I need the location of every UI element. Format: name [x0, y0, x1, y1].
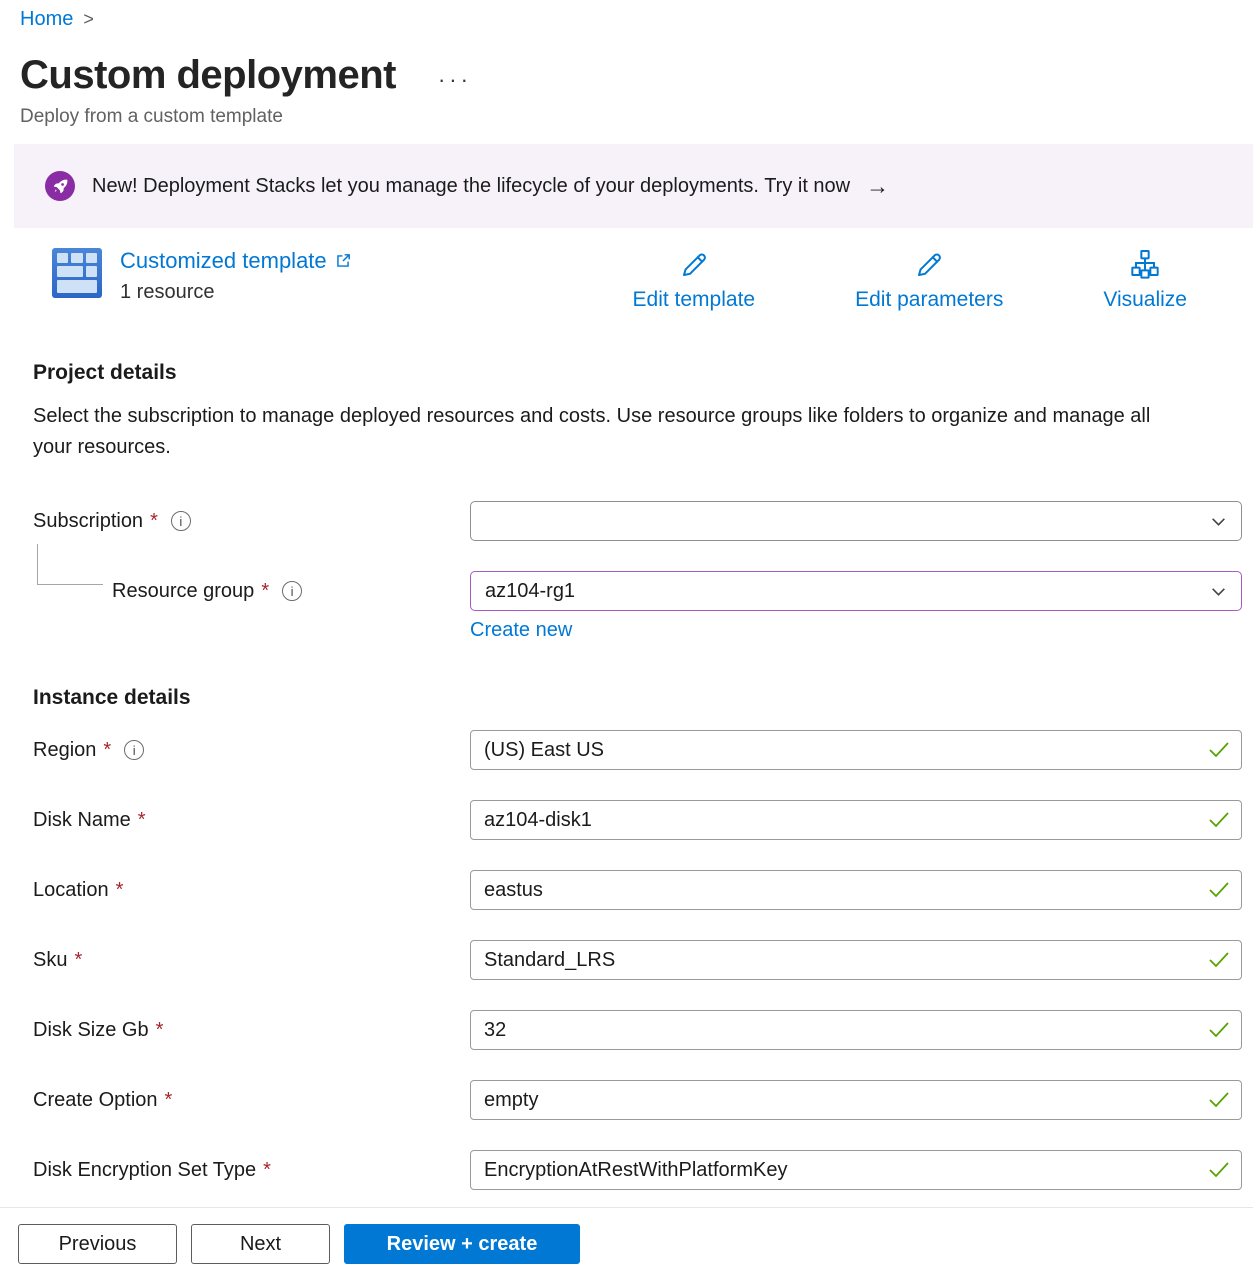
valid-check-icon: [1208, 1091, 1230, 1108]
required-marker: *: [261, 580, 269, 603]
valid-check-icon: [1208, 811, 1230, 828]
location-row: Location *: [33, 870, 1253, 910]
required-marker: *: [263, 1159, 271, 1182]
chevron-down-icon: [1210, 583, 1227, 600]
edit-template-label: Edit template: [633, 288, 756, 312]
pencil-icon: [913, 249, 945, 281]
custom-deployment-page: Home > Custom deployment ··· Deploy from…: [0, 0, 1253, 1280]
create-option-label: Create Option: [33, 1089, 158, 1112]
project-details-form: Subscription * i Resource group * i az10…: [33, 501, 1253, 642]
template-summary-row: Customized template 1 resource Edit temp…: [52, 248, 1193, 313]
instance-details-form: Region * i Disk Name * Location *: [33, 730, 1253, 1190]
subscription-dropdown[interactable]: [470, 501, 1242, 541]
info-icon[interactable]: i: [282, 581, 302, 601]
resource-group-row: Resource group * i az104-rg1: [33, 571, 1253, 611]
disk-encryption-set-type-label: Disk Encryption Set Type: [33, 1159, 256, 1182]
edit-template-button[interactable]: Edit template: [627, 248, 762, 313]
title-bar: Custom deployment ···: [20, 53, 1253, 98]
customized-template-link[interactable]: Customized template: [120, 248, 352, 274]
resource-count: 1 resource: [120, 281, 352, 304]
required-marker: *: [156, 1019, 164, 1042]
page-subtitle: Deploy from a custom template: [20, 106, 1253, 128]
review-create-button[interactable]: Review + create: [344, 1224, 580, 1264]
banner-message: New! Deployment Stacks let you manage th…: [92, 175, 850, 198]
region-input[interactable]: [470, 730, 1242, 770]
template-actions: Edit template Edit parameters Visualize: [627, 248, 1193, 313]
create-option-row: Create Option *: [33, 1080, 1253, 1120]
subscription-row: Subscription * i: [33, 501, 1253, 541]
more-actions-button[interactable]: ···: [434, 67, 476, 93]
sku-input[interactable]: [470, 940, 1242, 980]
wizard-footer: Previous Next Review + create: [0, 1207, 1253, 1280]
disk-encryption-set-type-row: Disk Encryption Set Type *: [33, 1150, 1253, 1190]
create-option-label-cell: Create Option *: [33, 1089, 470, 1112]
deployment-stacks-banner[interactable]: New! Deployment Stacks let you manage th…: [14, 144, 1253, 228]
subscription-label-cell: Subscription * i: [33, 510, 470, 533]
create-option-input[interactable]: [470, 1080, 1242, 1120]
create-new-link[interactable]: Create new: [470, 619, 572, 641]
valid-check-icon: [1208, 1161, 1230, 1178]
visualize-label: Visualize: [1103, 288, 1187, 312]
disk-name-label-cell: Disk Name *: [33, 809, 470, 832]
disk-encryption-set-type-label-cell: Disk Encryption Set Type *: [33, 1159, 470, 1182]
project-details-heading: Project details: [33, 361, 1253, 385]
resource-group-dropdown[interactable]: az104-rg1: [470, 571, 1242, 611]
breadcrumb-home-link[interactable]: Home: [20, 8, 73, 31]
valid-check-icon: [1208, 951, 1230, 968]
subscription-group-connector: [37, 544, 103, 585]
region-label: Region: [33, 739, 96, 762]
page-title: Custom deployment: [20, 53, 396, 98]
region-label-cell: Region * i: [33, 739, 470, 762]
required-marker: *: [116, 879, 124, 902]
resource-group-value: az104-rg1: [485, 580, 575, 603]
disk-name-input[interactable]: [470, 800, 1242, 840]
breadcrumb: Home >: [0, 0, 1253, 31]
required-marker: *: [103, 739, 111, 762]
required-marker: *: [150, 510, 158, 533]
external-link-icon: [334, 252, 352, 270]
chevron-down-icon: [1210, 513, 1227, 530]
disk-size-gb-row: Disk Size Gb *: [33, 1010, 1253, 1050]
location-label-cell: Location *: [33, 879, 470, 902]
subscription-label: Subscription: [33, 510, 143, 533]
create-new-row: Create new: [470, 619, 1253, 642]
disk-size-gb-label-cell: Disk Size Gb *: [33, 1019, 470, 1042]
disk-size-gb-input[interactable]: [470, 1010, 1242, 1050]
location-label: Location: [33, 879, 109, 902]
rocket-icon: [45, 171, 75, 201]
valid-check-icon: [1208, 1021, 1230, 1038]
disk-name-row: Disk Name *: [33, 800, 1253, 840]
edit-parameters-button[interactable]: Edit parameters: [849, 248, 1009, 313]
disk-encryption-set-type-input[interactable]: [470, 1150, 1242, 1190]
visualize-icon: [1129, 249, 1161, 281]
location-input[interactable]: [470, 870, 1242, 910]
breadcrumb-chevron-icon: >: [83, 9, 94, 30]
required-marker: *: [138, 809, 146, 832]
pencil-icon: [678, 249, 710, 281]
customized-template-label: Customized template: [120, 248, 327, 274]
disk-size-gb-label: Disk Size Gb: [33, 1019, 149, 1042]
required-marker: *: [74, 949, 82, 972]
sku-label: Sku: [33, 949, 67, 972]
sku-row: Sku *: [33, 940, 1253, 980]
info-icon[interactable]: i: [171, 511, 191, 531]
previous-button[interactable]: Previous: [18, 1224, 177, 1264]
disk-name-label: Disk Name: [33, 809, 131, 832]
sku-label-cell: Sku *: [33, 949, 470, 972]
template-icon: [52, 248, 102, 298]
instance-details-heading: Instance details: [33, 686, 1253, 710]
visualize-button[interactable]: Visualize: [1097, 248, 1193, 313]
resource-group-label: Resource group: [112, 580, 254, 603]
edit-parameters-label: Edit parameters: [855, 288, 1003, 312]
info-icon[interactable]: i: [124, 740, 144, 760]
required-marker: *: [165, 1089, 173, 1112]
project-details-description: Select the subscription to manage deploy…: [33, 401, 1183, 463]
valid-check-icon: [1208, 741, 1230, 758]
next-button[interactable]: Next: [191, 1224, 330, 1264]
arrow-right-icon: →: [866, 173, 889, 200]
region-row: Region * i: [33, 730, 1253, 770]
valid-check-icon: [1208, 881, 1230, 898]
